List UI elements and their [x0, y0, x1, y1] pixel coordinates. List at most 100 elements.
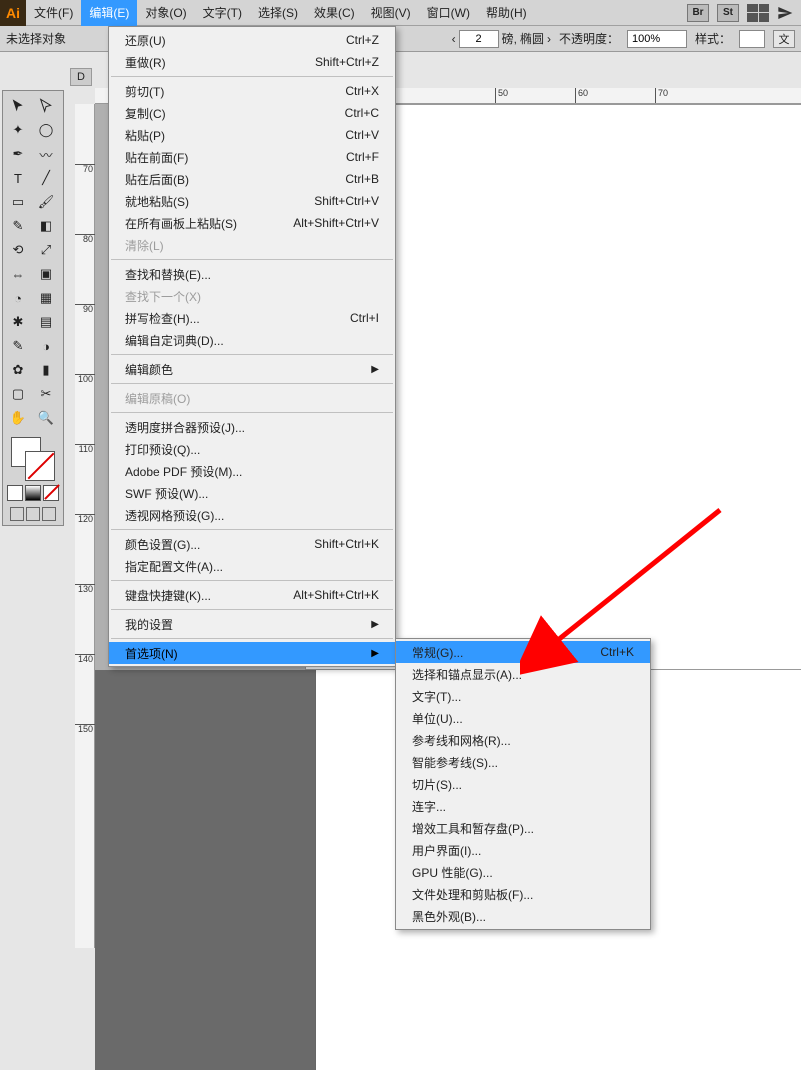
hand-tool[interactable]: ✋	[5, 407, 31, 429]
color-mode-none[interactable]	[43, 485, 59, 501]
artboard-tool[interactable]: ▢	[5, 383, 31, 405]
width-tool[interactable]: ⇔	[5, 263, 31, 285]
eyedropper-tool[interactable]: ✎	[5, 335, 31, 357]
screen-mode-present[interactable]	[42, 507, 56, 521]
submenu-item[interactable]: 智能参考线(S)...	[396, 751, 650, 773]
menu-item[interactable]: 重做(R)Shift+Ctrl+Z	[109, 51, 395, 73]
menu-type[interactable]: 文字(T)	[195, 0, 250, 26]
submenu-item[interactable]: 常规(G)...Ctrl+K	[396, 641, 650, 663]
menu-view[interactable]: 视图(V)	[363, 0, 419, 26]
screen-mode-normal[interactable]	[10, 507, 24, 521]
toolbox: ✦ ◯ ✒ 〰 T ╱ ▭ 🖌 ✎ ◧ ⟲ ⤢ ⇔ ▣ ◔ ▦ ✱ ▤ ✎ ◑ …	[2, 90, 64, 526]
pen-tool[interactable]: ✒	[5, 143, 31, 165]
menu-item-label: 透视网格预设(G)...	[125, 507, 224, 524]
ruler-tick: 60	[575, 88, 588, 104]
selection-tool[interactable]	[5, 95, 31, 117]
stroke-swatch[interactable]	[25, 451, 55, 481]
menu-item[interactable]: 首选项(N)▶	[109, 642, 395, 664]
blend-tool[interactable]: ◑	[33, 335, 59, 357]
stroke-plus-icon[interactable]: ›	[547, 32, 551, 46]
zoom-tool[interactable]: 🔍	[33, 407, 59, 429]
menu-window[interactable]: 窗口(W)	[419, 0, 478, 26]
menu-item[interactable]: 透视网格预设(G)...	[109, 504, 395, 526]
workspace-button[interactable]	[747, 4, 769, 22]
mesh-tool[interactable]: ✱	[5, 311, 31, 333]
eraser-tool[interactable]: ◧	[33, 215, 59, 237]
color-mode-color[interactable]	[7, 485, 23, 501]
rotate-tool[interactable]: ⟲	[5, 239, 31, 261]
rectangle-tool[interactable]: ▭	[5, 191, 31, 213]
menu-item[interactable]: 打印预设(Q)...	[109, 438, 395, 460]
menu-item[interactable]: 粘贴(P)Ctrl+V	[109, 124, 395, 146]
submenu-item[interactable]: 切片(S)...	[396, 773, 650, 795]
color-mode-gradient[interactable]	[25, 485, 41, 501]
submenu-item[interactable]: 文件处理和剪贴板(F)...	[396, 883, 650, 905]
submenu-item[interactable]: 连字...	[396, 795, 650, 817]
submenu-item[interactable]: 用户界面(I)...	[396, 839, 650, 861]
submenu-item[interactable]: 参考线和网格(R)...	[396, 729, 650, 751]
submenu-item[interactable]: 黑色外观(B)...	[396, 905, 650, 927]
menu-item[interactable]: 拼写检查(H)...Ctrl+I	[109, 307, 395, 329]
shaper-tool[interactable]: ✎	[5, 215, 31, 237]
submenu-item[interactable]: 选择和锚点显示(A)...	[396, 663, 650, 685]
symbol-sprayer-tool[interactable]: ✿	[5, 359, 31, 381]
menu-item[interactable]: 贴在后面(B)Ctrl+B	[109, 168, 395, 190]
ruler-tick: 80	[75, 234, 95, 243]
magic-wand-tool[interactable]: ✦	[5, 119, 31, 141]
stroke-weight-input[interactable]	[459, 30, 499, 48]
style-swatch[interactable]	[739, 30, 765, 48]
menu-item[interactable]: SWF 预设(W)...	[109, 482, 395, 504]
curvature-tool[interactable]: 〰	[33, 143, 59, 165]
menu-item[interactable]: 查找和替换(E)...	[109, 263, 395, 285]
share-icon[interactable]	[777, 5, 793, 21]
menu-item[interactable]: 颜色设置(G)...Shift+Ctrl+K	[109, 533, 395, 555]
menu-item[interactable]: 编辑颜色▶	[109, 358, 395, 380]
submenu-item[interactable]: 文字(T)...	[396, 685, 650, 707]
fill-stroke-control[interactable]	[11, 437, 55, 481]
document-setup-button[interactable]: 文	[773, 30, 795, 48]
menu-item[interactable]: 就地粘贴(S)Shift+Ctrl+V	[109, 190, 395, 212]
menu-item-label: Adobe PDF 预设(M)...	[125, 463, 242, 480]
type-tool[interactable]: T	[5, 167, 31, 189]
submenu-item[interactable]: 增效工具和暂存盘(P)...	[396, 817, 650, 839]
brush-tool[interactable]: 🖌	[33, 191, 59, 213]
menu-help[interactable]: 帮助(H)	[478, 0, 535, 26]
menu-item[interactable]: 我的设置▶	[109, 613, 395, 635]
slice-tool[interactable]: ✂	[33, 383, 59, 405]
menu-effect[interactable]: 效果(C)	[306, 0, 363, 26]
gradient-tool[interactable]: ▤	[33, 311, 59, 333]
shape-builder-tool[interactable]: ◔	[5, 287, 31, 309]
submenu-item[interactable]: 单位(U)...	[396, 707, 650, 729]
stroke-minus-icon[interactable]: ‹	[452, 32, 456, 46]
menu-item-shortcut: Ctrl+V	[345, 128, 379, 142]
line-tool[interactable]: ╱	[33, 167, 59, 189]
perspective-grid-tool[interactable]: ▦	[33, 287, 59, 309]
menu-select[interactable]: 选择(S)	[250, 0, 306, 26]
menu-item[interactable]: 贴在前面(F)Ctrl+F	[109, 146, 395, 168]
bridge-button[interactable]: Br	[687, 4, 709, 22]
menu-item[interactable]: 还原(U)Ctrl+Z	[109, 29, 395, 51]
menu-edit[interactable]: 编辑(E)	[81, 0, 137, 26]
document-tab[interactable]: D	[70, 68, 92, 86]
direct-selection-tool[interactable]	[33, 95, 59, 117]
opacity-input[interactable]	[627, 30, 687, 48]
menu-item[interactable]: 指定配置文件(A)...	[109, 555, 395, 577]
menu-item[interactable]: 在所有画板上粘贴(S)Alt+Shift+Ctrl+V	[109, 212, 395, 234]
menu-item[interactable]: 透明度拼合器预设(J)...	[109, 416, 395, 438]
menu-object[interactable]: 对象(O)	[137, 0, 194, 26]
stock-button[interactable]: St	[717, 4, 739, 22]
menu-item[interactable]: 键盘快捷键(K)...Alt+Shift+Ctrl+K	[109, 584, 395, 606]
submenu-item[interactable]: GPU 性能(G)...	[396, 861, 650, 883]
menu-file[interactable]: 文件(F)	[26, 0, 81, 26]
menu-item-label: 拼写检查(H)...	[125, 310, 200, 327]
column-graph-tool[interactable]: ▮	[33, 359, 59, 381]
lasso-tool[interactable]: ◯	[33, 119, 59, 141]
screen-mode-full[interactable]	[26, 507, 40, 521]
menu-item[interactable]: 剪切(T)Ctrl+X	[109, 80, 395, 102]
free-transform-tool[interactable]: ▣	[33, 263, 59, 285]
menu-item[interactable]: Adobe PDF 预设(M)...	[109, 460, 395, 482]
scale-tool[interactable]: ⤢	[33, 239, 59, 261]
menu-item[interactable]: 编辑自定词典(D)...	[109, 329, 395, 351]
submenu-item-label: 连字...	[412, 798, 446, 815]
menu-item[interactable]: 复制(C)Ctrl+C	[109, 102, 395, 124]
